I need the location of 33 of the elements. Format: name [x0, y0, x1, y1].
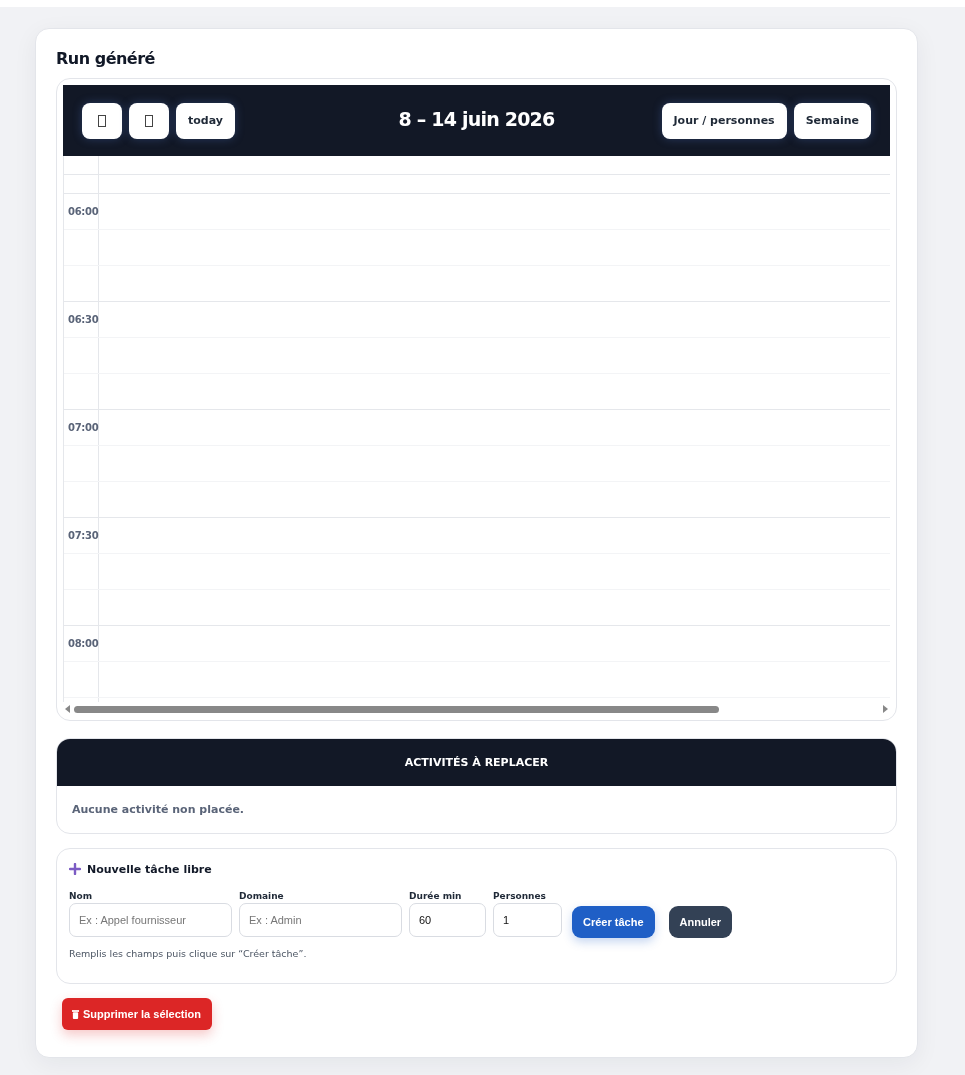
view-button[interactable]: Semaine — [793, 102, 871, 139]
time-label: 08:00 — [68, 638, 99, 649]
form-title: Nouvelle tâche libre — [87, 862, 212, 876]
empty-message: Aucune activité non placée. — [72, 803, 244, 816]
input-field[interactable]: 1 — [493, 903, 562, 937]
next-button[interactable] — [129, 102, 169, 139]
input-field[interactable]: 60 — [409, 903, 486, 937]
input-field[interactable]: Ex : Appel fournisseur — [69, 903, 232, 937]
time-label: 06:00 — [68, 206, 99, 217]
hint-text: Remplis les champs puis clique sur “Créer tâche”. — [69, 948, 308, 959]
panel-title: ACTIVITÉS À REPLACER — [404, 756, 549, 769]
today-button[interactable]: today — [176, 102, 235, 139]
time-label: 07:30 — [68, 530, 99, 541]
create-button[interactable]: Créer tâche — [572, 906, 655, 938]
time-label: 07:00 — [68, 422, 99, 433]
view-button[interactable]: Jour / personnes — [661, 102, 787, 139]
time-label: 06:30 — [68, 314, 99, 325]
field-label: Durée min — [409, 891, 463, 901]
missing-glyph-icon — [145, 114, 153, 127]
calendar-title: 8 – 14 juin 2026 — [398, 107, 555, 130]
input-field[interactable]: Ex : Admin — [239, 903, 402, 937]
section-title: Run généré — [56, 49, 156, 69]
scroll-left-icon[interactable] — [65, 705, 70, 713]
field-label: Domaine — [239, 891, 285, 901]
field-label: Personnes — [493, 891, 547, 901]
cancel-button[interactable]: Annuler — [668, 906, 733, 938]
plus-icon — [69, 863, 81, 875]
field-label: Nom — [69, 891, 94, 901]
delete-button[interactable]: Supprimer la sélection — [62, 998, 212, 1030]
missing-glyph-icon — [98, 114, 106, 127]
previous-button[interactable] — [82, 102, 122, 139]
scroll-right-icon[interactable] — [883, 705, 888, 713]
trash-icon — [72, 1009, 79, 1019]
